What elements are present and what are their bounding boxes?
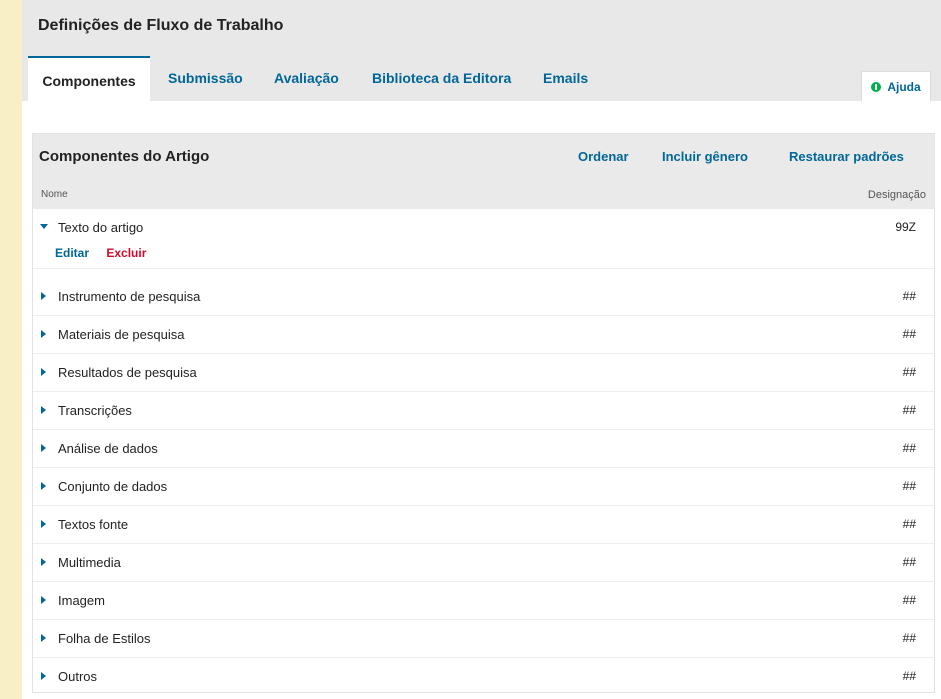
row-label: Instrumento de pesquisa [58, 289, 201, 304]
row-designation: ## [902, 669, 916, 683]
row-label: Textos fonte [58, 517, 129, 532]
row-designation: ## [902, 517, 916, 531]
table-row[interactable]: Análise de dados ## [33, 430, 934, 468]
table-row[interactable]: Imagem ## [33, 582, 934, 620]
caret-right-icon[interactable] [41, 634, 46, 642]
row-label: Imagem [58, 593, 105, 608]
table-row[interactable]: Materiais de pesquisa ## [33, 316, 934, 354]
tab-biblioteca-da-editora[interactable]: Biblioteca da Editora [372, 56, 511, 101]
row-designation: ## [902, 631, 916, 645]
table-row[interactable]: Outros ## [33, 658, 934, 696]
order-button[interactable]: Ordenar [578, 149, 629, 164]
delete-button[interactable]: Excluir [106, 246, 146, 260]
row-designation: 99Z [895, 220, 916, 234]
table-row[interactable]: Resultados de pesquisa ## [33, 354, 934, 392]
caret-right-icon[interactable] [41, 596, 46, 604]
table-row[interactable]: Folha de Estilos ## [33, 620, 934, 658]
caret-down-icon[interactable] [40, 224, 48, 229]
row-designation: ## [902, 403, 916, 417]
add-genre-button[interactable]: Incluir gênero [662, 149, 748, 164]
page-title: Definições de Fluxo de Trabalho [38, 17, 284, 34]
edit-button[interactable]: Editar [55, 246, 89, 260]
caret-right-icon[interactable] [41, 672, 46, 680]
help-label: Ajuda [887, 79, 921, 94]
caret-right-icon[interactable] [41, 558, 46, 566]
column-header-designation: Designação [867, 189, 926, 201]
row-designation: ## [902, 365, 916, 379]
row-label: Outros [58, 669, 98, 684]
row-designation: ## [902, 479, 916, 493]
caret-right-icon[interactable] [41, 330, 46, 338]
caret-right-icon[interactable] [41, 406, 46, 414]
row-designation: ## [902, 555, 916, 569]
row-label: Transcrições [58, 403, 132, 418]
column-header-name: Nome [41, 189, 68, 200]
row-label: Texto do artigo [58, 220, 144, 235]
table-row[interactable]: Multimedia ## [33, 544, 934, 582]
table-row[interactable]: Texto do artigo 99Z Editar Excluir [33, 209, 934, 269]
main-content: Componentes do Artigo Ordenar Incluir gê… [22, 101, 941, 699]
caret-right-icon[interactable] [41, 444, 46, 452]
row-designation: ## [902, 441, 916, 455]
row-label: Materiais de pesquisa [58, 327, 185, 342]
row-label: Conjunto de dados [58, 479, 168, 494]
tab-emails[interactable]: Emails [543, 56, 588, 101]
caret-right-icon[interactable] [41, 482, 46, 490]
table-row[interactable]: Conjunto de dados ## [33, 468, 934, 506]
tab-componentes[interactable]: Componentes [28, 56, 150, 101]
article-components-panel: Componentes do Artigo Ordenar Incluir gê… [32, 133, 935, 693]
row-label: Multimedia [58, 555, 121, 570]
panel-header: Componentes do Artigo Ordenar Incluir gê… [33, 134, 934, 209]
row-actions: Editar Excluir [55, 246, 146, 260]
row-label: Folha de Estilos [58, 631, 151, 646]
caret-right-icon[interactable] [41, 292, 46, 300]
caret-right-icon[interactable] [41, 520, 46, 528]
row-label: Resultados de pesquisa [58, 365, 197, 380]
table-row[interactable]: Instrumento de pesquisa ## [33, 278, 934, 316]
table-row[interactable]: Transcrições ## [33, 392, 934, 430]
info-icon [871, 81, 882, 92]
row-designation: ## [902, 289, 916, 303]
tab-avaliacao[interactable]: Avaliação [274, 56, 339, 101]
panel-title: Componentes do Artigo [39, 148, 210, 165]
caret-right-icon[interactable] [41, 368, 46, 376]
restore-defaults-button[interactable]: Restaurar padrões [789, 149, 904, 164]
row-label: Análise de dados [58, 441, 158, 456]
help-button[interactable]: Ajuda [861, 71, 931, 101]
row-designation: ## [902, 327, 916, 341]
row-designation: ## [902, 593, 916, 607]
table-row[interactable]: Textos fonte ## [33, 506, 934, 544]
tab-submissao[interactable]: Submissão [168, 56, 243, 101]
